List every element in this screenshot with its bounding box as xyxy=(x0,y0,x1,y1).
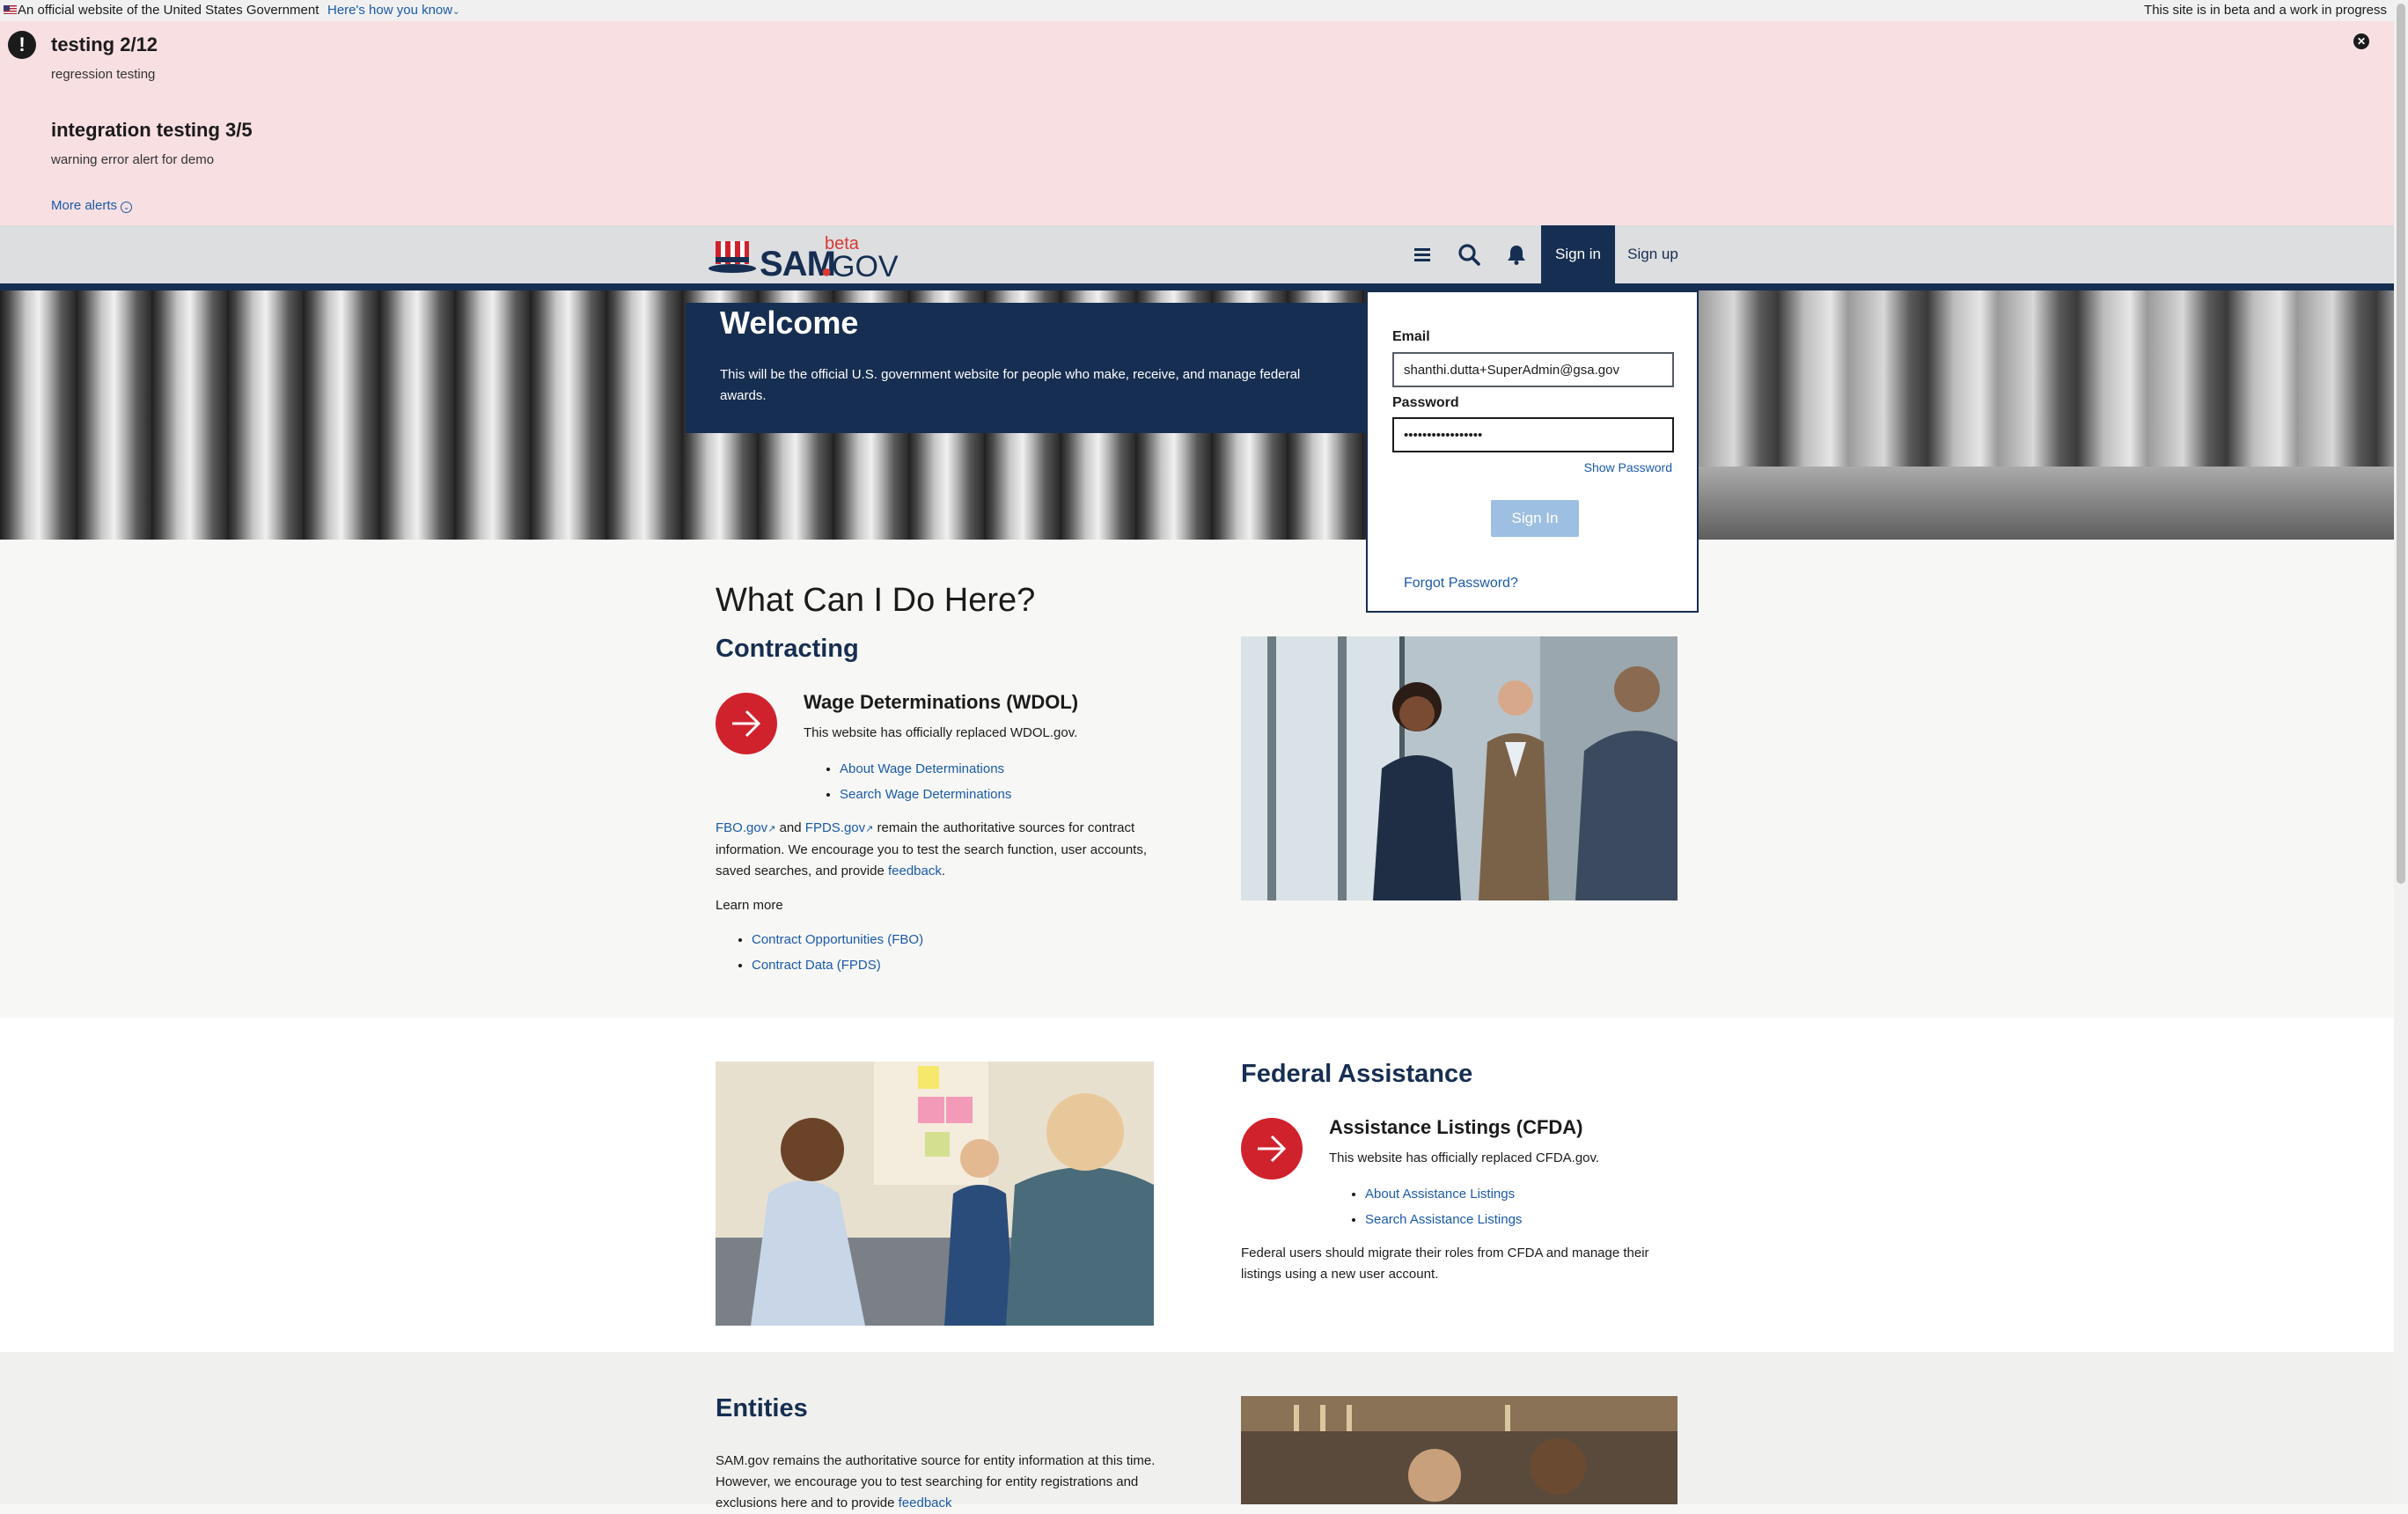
office-handshake-image xyxy=(1241,636,1678,900)
alert-title: integration testing 3/5 xyxy=(51,119,253,141)
welcome-box: Welcome This will be the official U.S. g… xyxy=(686,303,1366,433)
sign-in-tab[interactable]: Sign in xyxy=(1541,225,1615,283)
learn-more-links: Contract Opportunities (FBO) Contract Da… xyxy=(732,927,923,978)
more-alerts-label: More alerts xyxy=(51,198,118,213)
close-icon[interactable]: ✕ xyxy=(2353,33,2369,49)
logo-beta-text: beta xyxy=(825,234,859,254)
feedback-link[interactable]: feedback xyxy=(899,1496,952,1510)
welcome-text: This will be the official U.S. governmen… xyxy=(720,367,1301,403)
search-button[interactable] xyxy=(1446,225,1492,283)
federal-assistance-section: Federal Assistance Assistance Listings (… xyxy=(0,1018,2394,1352)
sam-logo[interactable]: SAM ● GOV beta xyxy=(708,232,899,283)
list-item: Contract Data (FPDS) xyxy=(752,952,923,978)
feedback-link[interactable]: feedback xyxy=(888,864,942,878)
external-link-icon: ↗ xyxy=(865,824,874,834)
wdol-text: This website has officially replaced WDO… xyxy=(804,725,1078,740)
uncle-sam-hat-icon xyxy=(708,241,756,273)
email-label: Email xyxy=(1392,329,1430,344)
contracting-paragraph: FBO.gov↗ and FPDS.gov↗ remain the author… xyxy=(716,820,1147,878)
wdol-title: Wage Determinations (WDOL) xyxy=(804,691,1079,713)
site-header: SAM ● GOV beta Sign in Sign up xyxy=(0,225,2394,283)
alert-body: regression testing xyxy=(51,67,156,82)
contracting-title: Contracting xyxy=(716,635,859,663)
cfda-paragraph: Federal users should migrate their roles… xyxy=(1241,1246,1649,1282)
hamburger-icon xyxy=(1414,248,1430,261)
search-wage-determinations-link[interactable]: Search Wage Determinations xyxy=(840,787,1011,802)
password-field[interactable]: ••••••••••••••••• xyxy=(1392,417,1674,452)
more-alerts-link[interactable]: More alerts ⌄ xyxy=(51,198,133,213)
entities-paragraph: SAM.gov remains the authoritative source… xyxy=(716,1451,1156,1514)
fbo-link[interactable]: FBO.gov xyxy=(716,820,767,835)
page-scrollbar[interactable] xyxy=(2394,0,2408,1504)
list-item: Search Assistance Listings xyxy=(1365,1207,1522,1232)
arrow-right-icon xyxy=(732,709,761,738)
learn-more-label: Learn more xyxy=(716,898,783,913)
list-item: Contract Opportunities (FBO) xyxy=(752,927,923,952)
bell-icon xyxy=(1508,246,1525,265)
chevron-down-circle-icon: ⌄ xyxy=(121,202,133,213)
arrow-right-icon xyxy=(1258,1135,1287,1163)
search-assistance-listings-link[interactable]: Search Assistance Listings xyxy=(1365,1212,1522,1227)
sign-in-button[interactable]: Sign In xyxy=(1491,500,1579,537)
external-link-icon: ↗ xyxy=(767,824,776,834)
how-you-know-link[interactable]: Here's how you know⌄ xyxy=(327,3,460,18)
office-handshake-photo xyxy=(1241,636,1678,900)
how-you-know-label: Here's how you know xyxy=(327,3,453,18)
alert-exclamation-icon: ! xyxy=(8,31,36,59)
federal-assistance-title: Federal Assistance xyxy=(1241,1060,1473,1088)
wdol-links: About Wage Determinations Search Wage De… xyxy=(820,756,1011,807)
cfda-arrow-button[interactable] xyxy=(1241,1118,1303,1180)
sign-in-dropdown: Email shanthi.dutta+SuperAdmin@gsa.gov P… xyxy=(1366,290,1699,613)
alert-title: testing 2/12 xyxy=(51,33,158,55)
alert-body: warning error alert for demo xyxy=(51,152,215,167)
notifications-button[interactable] xyxy=(1494,225,1539,283)
beta-notice: This site is in beta and a work in progr… xyxy=(2144,3,2387,18)
classroom-image xyxy=(716,1062,1154,1326)
hero-column-image xyxy=(1699,290,2394,540)
list-item: About Assistance Listings xyxy=(1365,1181,1522,1207)
search-icon xyxy=(1458,244,1480,266)
and-text: and xyxy=(779,820,802,835)
entities-title: Entities xyxy=(716,1394,808,1422)
contract-opportunities-link[interactable]: Contract Opportunities (FBO) xyxy=(752,932,923,947)
welcome-title: Welcome xyxy=(720,305,859,341)
us-flag-icon xyxy=(4,5,17,14)
about-assistance-listings-link[interactable]: About Assistance Listings xyxy=(1365,1187,1515,1202)
show-password-link[interactable]: Show Password xyxy=(1584,460,1672,474)
menu-button[interactable] xyxy=(1399,225,1445,283)
gov-banner: An official website of the United States… xyxy=(0,0,2394,21)
logo-star-icon: ● xyxy=(821,262,833,282)
entities-photo xyxy=(1241,1396,1678,1504)
contracting-section: What Can I Do Here? Contracting Wage Det… xyxy=(0,540,2394,1018)
about-wage-determinations-link[interactable]: About Wage Determinations xyxy=(840,761,1004,776)
header-divider xyxy=(0,283,2394,290)
chevron-down-icon: ⌄ xyxy=(452,7,460,17)
cfda-title: Assistance Listings (CFDA) xyxy=(1329,1116,1583,1138)
cfda-links: About Assistance Listings Search Assista… xyxy=(1346,1181,1522,1232)
hero-banner: Welcome This will be the official U.S. g… xyxy=(0,290,2394,540)
restaurant-image xyxy=(1241,1396,1678,1504)
cfda-text: This website has officially replaced CFD… xyxy=(1329,1150,1600,1165)
logo-gov-text: GOV xyxy=(832,250,899,283)
entities-section: Entities SAM.gov remains the authoritati… xyxy=(0,1352,2394,1510)
fpds-link[interactable]: FPDS.gov xyxy=(805,820,865,835)
email-field[interactable]: shanthi.dutta+SuperAdmin@gsa.gov xyxy=(1392,352,1674,387)
alerts-panel: ! testing 2/12 regression testing integr… xyxy=(0,21,2394,225)
forgot-password-link[interactable]: Forgot Password? xyxy=(1404,576,1518,592)
what-can-i-do-heading: What Can I Do Here? xyxy=(716,582,1036,619)
list-item: Search Wage Determinations xyxy=(840,782,1011,807)
classroom-photo xyxy=(716,1062,1154,1326)
scrollbar-thumb[interactable] xyxy=(2397,4,2405,884)
wdol-arrow-button[interactable] xyxy=(716,693,777,754)
sign-up-link[interactable]: Sign up xyxy=(1618,225,1688,283)
password-label: Password xyxy=(1392,395,1459,410)
official-site-text: An official website of the United States… xyxy=(18,3,319,18)
list-item: About Wage Determinations xyxy=(840,756,1011,782)
contract-data-link[interactable]: Contract Data (FPDS) xyxy=(752,958,881,973)
